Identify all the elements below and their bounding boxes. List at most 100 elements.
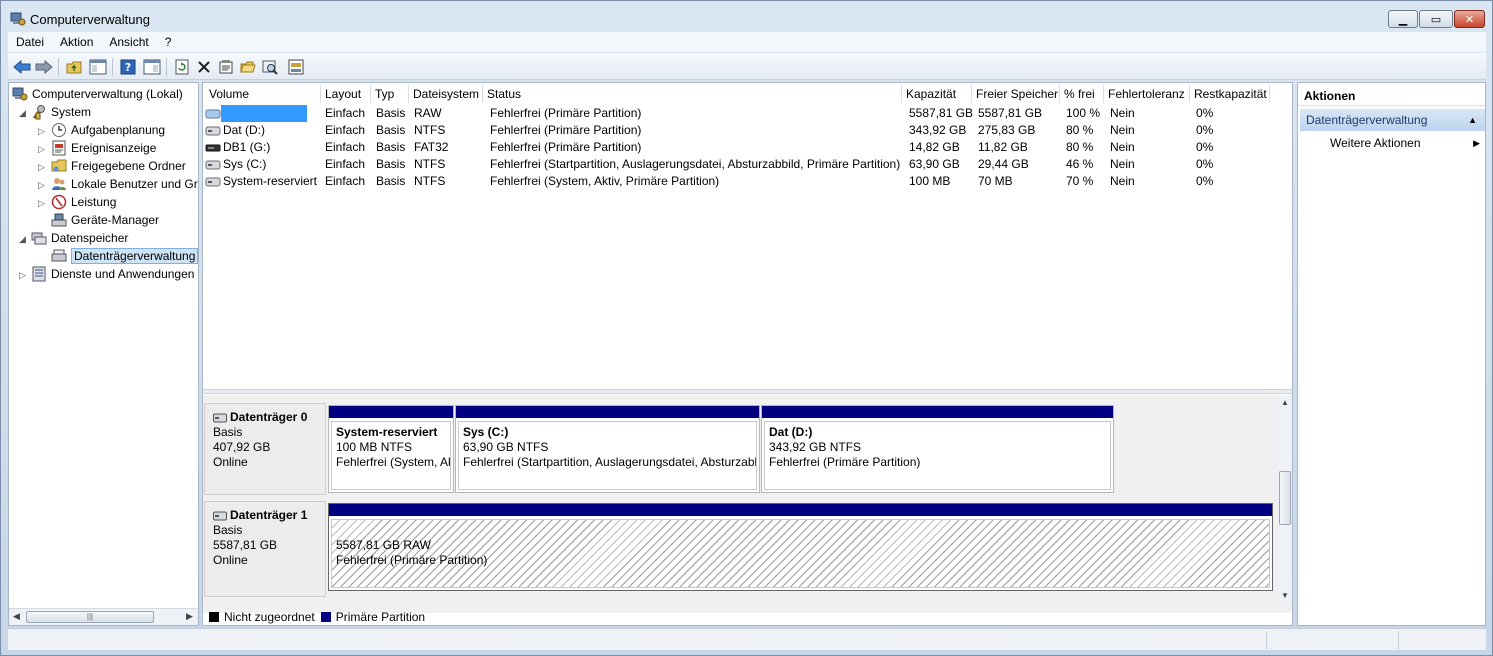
cell-dateisystem: NTFS bbox=[414, 123, 446, 137]
services-icon bbox=[32, 266, 46, 282]
refresh-button[interactable] bbox=[172, 57, 192, 77]
cell-fehlertoleranz: Nein bbox=[1110, 140, 1135, 154]
menu-ansicht[interactable]: Ansicht bbox=[101, 35, 156, 49]
scrollbar-thumb[interactable] bbox=[1279, 471, 1291, 525]
up-button[interactable] bbox=[64, 57, 84, 77]
tree-horizontal-scrollbar[interactable]: ◀ ||| ▶ bbox=[9, 608, 198, 625]
column-header-kapazitaet[interactable]: Kapazität bbox=[902, 85, 972, 103]
scrollbar-thumb[interactable]: ||| bbox=[26, 611, 154, 623]
collapse-up-icon[interactable]: ▲ bbox=[1468, 109, 1477, 131]
cell-status: Fehlerfrei (Primäre Partition) bbox=[490, 123, 642, 137]
tree-item-ereignisanzeige[interactable]: Ereignisanzeige bbox=[51, 139, 156, 157]
cell-layout: Einfach bbox=[325, 157, 366, 171]
pane-splitter[interactable] bbox=[203, 389, 1292, 394]
help-icon: ? bbox=[120, 59, 136, 75]
back-button[interactable] bbox=[12, 57, 32, 77]
tree-item-aufgabenplanung[interactable]: Aufgabenplanung bbox=[51, 121, 165, 139]
cell-restkapazitaet: 0% bbox=[1196, 123, 1214, 137]
scroll-left-icon[interactable]: ◀ bbox=[13, 611, 20, 622]
partition-status: Fehlerfrei (Primäre Partition) bbox=[336, 553, 488, 567]
volume-row[interactable]: Sys (C:) Einfach Basis NTFS Fehlerfrei (… bbox=[203, 156, 1292, 173]
tree-item-geraete-manager[interactable]: Geräte-Manager bbox=[51, 211, 159, 229]
scroll-down-icon[interactable]: ▼ bbox=[1281, 591, 1289, 600]
volume-row[interactable]: System-reserviert Einfach Basis NTFS Feh… bbox=[203, 173, 1292, 190]
volume-icon bbox=[205, 109, 221, 119]
minimize-button[interactable]: ▁ bbox=[1388, 10, 1418, 28]
disk-icon bbox=[213, 511, 227, 520]
column-header-restkapazitaet[interactable]: Restkapazität bbox=[1190, 85, 1270, 103]
show-hide-action-pane-button[interactable] bbox=[142, 57, 162, 77]
forward-button[interactable] bbox=[34, 57, 54, 77]
computer-management-icon bbox=[12, 87, 28, 101]
cell-status: Fehlerfrei (Primäre Partition) bbox=[490, 106, 642, 120]
show-hide-tree-button[interactable] bbox=[88, 57, 108, 77]
volume-row[interactable]: Einfach Basis RAW Fehlerfrei (Primäre Pa… bbox=[203, 105, 1292, 122]
expand-arrow-icon[interactable]: ▷ bbox=[38, 163, 47, 172]
expand-arrow-icon[interactable]: ▷ bbox=[38, 199, 47, 208]
menu-bar: Datei Aktion Ansicht ? bbox=[8, 32, 1486, 52]
tree-label-aufgabenplanung: Aufgabenplanung bbox=[71, 123, 166, 137]
column-header-fehlertoleranz[interactable]: Fehlertoleranz bbox=[1104, 85, 1190, 103]
volume-row[interactable]: DB1 (G:) Einfach Basis FAT32 Fehlerfrei … bbox=[203, 139, 1292, 156]
partition-dat-d[interactable]: Dat (D:) 343,92 GB NTFS Fehlerfrei (Prim… bbox=[761, 405, 1114, 493]
weitere-aktionen-item[interactable]: Weitere Aktionen ▶ bbox=[1330, 135, 1480, 152]
tree-item-freigegebene-ordner[interactable]: Freigegebene Ordner bbox=[51, 157, 186, 175]
search-button[interactable] bbox=[260, 57, 280, 77]
tree-item-lokale-benutzer[interactable]: Lokale Benutzer und Gr bbox=[51, 175, 198, 193]
cell-restkapazitaet: 0% bbox=[1196, 106, 1214, 120]
disk-settings-button[interactable] bbox=[286, 57, 306, 77]
menu-datei[interactable]: Datei bbox=[8, 35, 52, 49]
tree-label-lokale-benutzer: Lokale Benutzer und Gr bbox=[71, 177, 198, 191]
tree-item-datenspeicher[interactable]: Datenspeicher bbox=[31, 229, 128, 247]
column-header-volume[interactable]: Volume bbox=[205, 85, 321, 103]
partition-sys-c[interactable]: Sys (C:) 63,90 GB NTFS Fehlerfrei (Start… bbox=[455, 405, 760, 493]
cell-volume: DB1 (G:) bbox=[223, 140, 271, 154]
properties-button[interactable] bbox=[216, 57, 236, 77]
expand-arrow-icon[interactable]: ▷ bbox=[38, 181, 47, 190]
title-bar: Computerverwaltung ▁ ▭ ✕ bbox=[1, 1, 1492, 33]
column-header-layout[interactable]: Layout bbox=[321, 85, 371, 103]
expand-arrow-icon[interactable]: ▷ bbox=[38, 127, 47, 136]
tree-item-root[interactable]: Computerverwaltung (Lokal) bbox=[12, 85, 183, 103]
partition-status: Fehlerfrei (Primäre Partition) bbox=[769, 455, 921, 469]
scroll-up-icon[interactable]: ▲ bbox=[1281, 398, 1289, 407]
drive-icon bbox=[205, 177, 221, 187]
partition-raw-selected[interactable]: 5587,81 GB RAW Fehlerfrei (Primäre Parti… bbox=[328, 503, 1273, 591]
disk-1-label[interactable]: Datenträger 1 Basis 5587,81 GB Online bbox=[204, 501, 326, 597]
console-tree-icon bbox=[89, 59, 107, 75]
graph-vertical-scrollbar[interactable]: ▲ ▼ bbox=[1278, 395, 1292, 603]
close-button[interactable]: ✕ bbox=[1454, 10, 1485, 28]
column-header-status[interactable]: Status bbox=[483, 85, 902, 103]
disk-name: Datenträger 1 bbox=[230, 508, 308, 522]
partition-system-reserved[interactable]: System-reserviert 100 MB NTFS Fehlerfrei… bbox=[328, 405, 454, 493]
column-header-freier-speicher[interactable]: Freier Speicher bbox=[972, 85, 1060, 103]
disk-management-icon bbox=[51, 249, 67, 262]
maximize-button[interactable]: ▭ bbox=[1419, 10, 1453, 28]
tree-item-dienste[interactable]: Dienste und Anwendungen bbox=[31, 265, 194, 283]
help-button[interactable]: ? bbox=[118, 57, 138, 77]
volume-row[interactable]: Dat (D:) Einfach Basis NTFS Fehlerfrei (… bbox=[203, 122, 1292, 139]
expand-arrow-icon[interactable]: ▷ bbox=[38, 145, 47, 154]
cell-kapazitaet: 14,82 GB bbox=[909, 140, 960, 154]
actions-section-datentraegerverwaltung[interactable]: Datenträgerverwaltung ▲ bbox=[1300, 109, 1485, 131]
legend-swatch-primary bbox=[320, 612, 331, 622]
close-icon: ✕ bbox=[1464, 13, 1475, 26]
menu-help[interactable]: ? bbox=[157, 35, 180, 49]
tree-item-system[interactable]: System bbox=[31, 103, 91, 121]
tree-item-leistung[interactable]: Leistung bbox=[51, 193, 116, 211]
expand-arrow-icon[interactable]: ▷ bbox=[19, 271, 28, 280]
open-button[interactable] bbox=[238, 57, 258, 77]
window-title: Computerverwaltung bbox=[30, 12, 150, 27]
delete-button[interactable] bbox=[194, 57, 214, 77]
weitere-aktionen-label: Weitere Aktionen bbox=[1330, 136, 1421, 150]
column-header-dateisystem[interactable]: Dateisystem bbox=[409, 85, 483, 103]
scroll-right-icon[interactable]: ▶ bbox=[186, 611, 193, 622]
menu-aktion[interactable]: Aktion bbox=[52, 35, 101, 49]
column-header-typ[interactable]: Typ bbox=[371, 85, 409, 103]
collapse-arrow-icon[interactable]: ◢ bbox=[19, 235, 28, 244]
collapse-arrow-icon[interactable]: ◢ bbox=[19, 109, 28, 118]
disk-0-label[interactable]: Datenträger 0 Basis 407,92 GB Online bbox=[204, 403, 326, 495]
column-header-prozent-frei[interactable]: % frei bbox=[1060, 85, 1104, 103]
disk-name: Datenträger 0 bbox=[230, 410, 308, 424]
tree-item-datentraegerverwaltung[interactable]: Datenträgerverwaltung bbox=[51, 247, 198, 265]
